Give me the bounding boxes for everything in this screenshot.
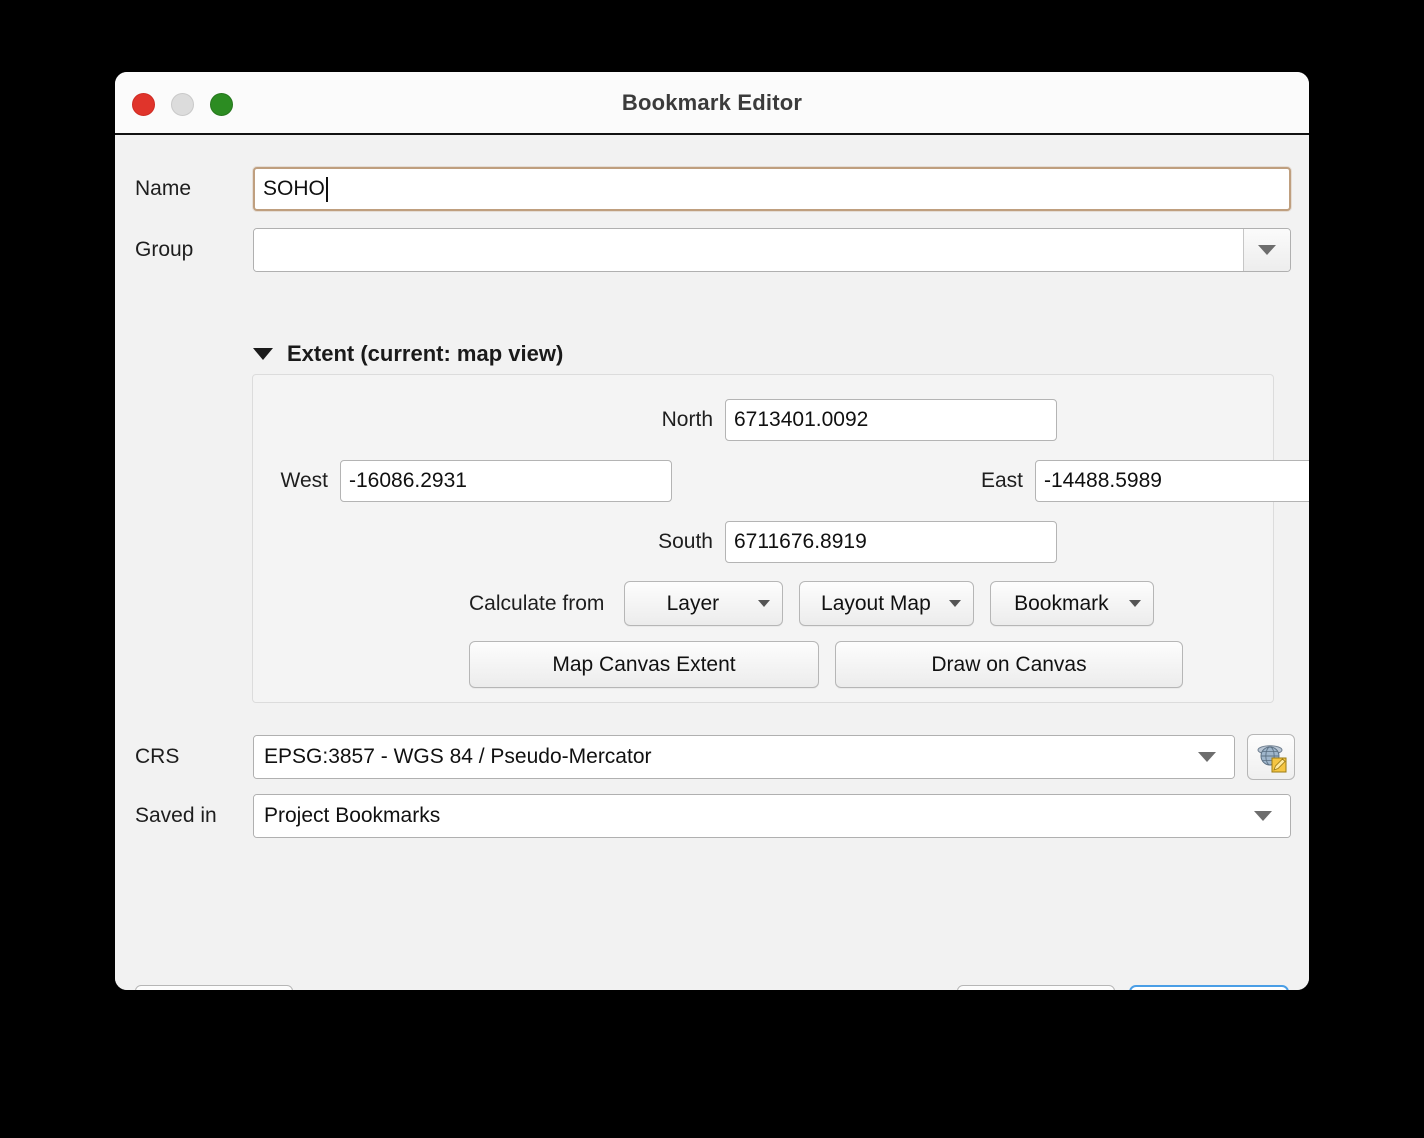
group-combobox[interactable]	[253, 228, 1291, 272]
calculate-from-bookmark-label: Bookmark	[1014, 591, 1109, 615]
name-input-value: SOHO	[263, 177, 325, 200]
window-title: Bookmark Editor	[621, 89, 803, 115]
extent-groupbox: North 6713401.0092 West -16086.2931 East	[252, 374, 1309, 703]
west-input[interactable]: -16086.2931	[340, 460, 672, 502]
name-label: Name	[135, 177, 192, 200]
south-row: South 6711676.8919	[613, 521, 1057, 563]
name-input[interactable]: SOHO	[253, 167, 1291, 211]
help-button[interactable]: Help	[135, 985, 293, 990]
saved-in-row: Saved in Project Bookmarks	[135, 794, 1291, 838]
south-value: 6711676.8919	[734, 530, 867, 553]
south-label: South	[658, 530, 713, 553]
screen: Bookmark Editor Name SOHO Group Extent (…	[0, 0, 1424, 1138]
map-canvas-extent-button[interactable]: Map Canvas Extent	[469, 641, 819, 688]
crs-label: CRS	[135, 745, 180, 768]
chevron-down-icon	[949, 600, 962, 607]
extent-section-title: Extent (current: map view)	[287, 341, 564, 366]
east-row: East -14488.5989	[971, 460, 1309, 502]
minimize-button[interactable]	[171, 93, 194, 116]
map-canvas-extent-label: Map Canvas Extent	[552, 652, 736, 676]
calculate-from-layer-label: Layer	[666, 591, 720, 615]
group-combobox-value	[254, 229, 1243, 271]
group-row: Group	[135, 228, 1295, 272]
west-label: West	[280, 469, 328, 492]
east-input[interactable]: -14488.5989	[1035, 460, 1309, 502]
east-value: -14488.5989	[1044, 469, 1162, 492]
select-crs-button[interactable]	[1247, 734, 1295, 780]
saved-in-combobox[interactable]: Project Bookmarks	[253, 794, 1291, 838]
draw-on-canvas-label: Draw on Canvas	[931, 652, 1087, 676]
calculate-from-row: Calculate from Layer Layout Map Bookmark	[469, 581, 1155, 626]
chevron-down-icon	[758, 600, 771, 607]
group-label: Group	[135, 238, 194, 261]
name-row: Name SOHO	[135, 167, 1295, 211]
west-value: -16086.2931	[349, 469, 467, 492]
east-label: East	[980, 469, 1023, 492]
cancel-button[interactable]: Cancel	[957, 985, 1115, 990]
chevron-down-icon[interactable]	[1236, 795, 1290, 837]
bookmark-editor-window: Bookmark Editor Name SOHO Group Extent (…	[115, 72, 1309, 990]
crs-row: CRS EPSG:3857 - WGS 84 / Pseudo-Mercator	[135, 734, 1295, 780]
text-caret	[325, 176, 328, 202]
calculate-from-label: Calculate from	[469, 591, 605, 615]
save-button[interactable]: Save	[1129, 985, 1289, 990]
calculate-from-layout-map-label: Layout Map	[821, 591, 931, 615]
extent-action-row: Map Canvas Extent Draw on Canvas	[469, 641, 1183, 688]
west-row: West -16086.2931	[273, 460, 672, 502]
chevron-down-icon[interactable]	[1243, 229, 1290, 271]
globe-edit-icon	[1257, 745, 1287, 773]
extent-section-header[interactable]: Extent (current: map view)	[253, 341, 563, 367]
chevron-down-icon[interactable]	[253, 348, 273, 360]
north-input[interactable]: 6713401.0092	[725, 399, 1057, 441]
north-row: North 6713401.0092	[613, 399, 1057, 441]
chevron-down-icon	[1129, 600, 1142, 607]
dialog-body: Name SOHO Group Extent (current: map vie…	[115, 135, 1309, 990]
close-button[interactable]	[132, 93, 155, 116]
chevron-down-icon[interactable]	[1180, 736, 1234, 778]
south-input[interactable]: 6711676.8919	[725, 521, 1057, 563]
calculate-from-layout-map-button[interactable]: Layout Map	[799, 581, 975, 626]
north-value: 6713401.0092	[734, 408, 869, 431]
zoom-button[interactable]	[210, 93, 233, 116]
calculate-from-bookmark-button[interactable]: Bookmark	[990, 581, 1155, 626]
help-button-container: Help	[135, 985, 293, 990]
north-label: North	[661, 408, 713, 431]
draw-on-canvas-button[interactable]: Draw on Canvas	[835, 641, 1183, 688]
window-titlebar: Bookmark Editor	[115, 72, 1309, 135]
saved-in-combobox-value: Project Bookmarks	[254, 795, 1236, 837]
saved-in-label: Saved in	[135, 804, 217, 827]
calculate-from-layer-button[interactable]: Layer	[624, 581, 784, 626]
footer-actions: Cancel Save	[957, 985, 1289, 990]
crs-combobox-value: EPSG:3857 - WGS 84 / Pseudo-Mercator	[254, 736, 1180, 778]
window-controls	[132, 93, 233, 116]
crs-combobox[interactable]: EPSG:3857 - WGS 84 / Pseudo-Mercator	[253, 735, 1235, 779]
